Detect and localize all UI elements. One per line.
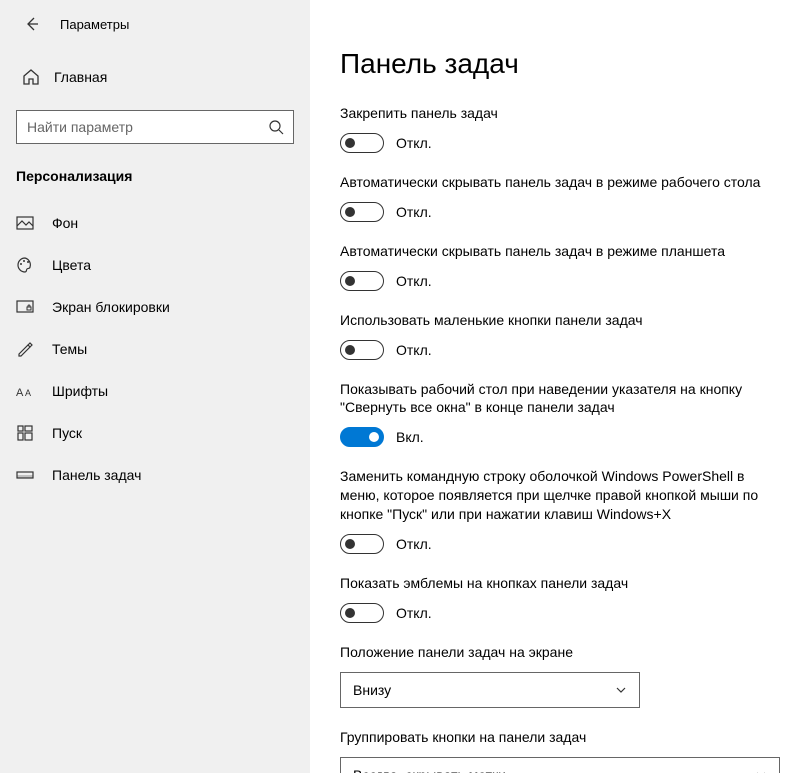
palette-icon bbox=[16, 256, 34, 274]
toggle-knob bbox=[345, 138, 355, 148]
toggle-switch[interactable] bbox=[340, 202, 384, 222]
sidebar-item-label: Шрифты bbox=[52, 383, 108, 399]
sidebar-item-themes[interactable]: Темы bbox=[0, 328, 310, 370]
search-icon bbox=[268, 119, 284, 135]
window-title: Параметры bbox=[60, 17, 129, 32]
section-title: Персонализация bbox=[0, 168, 310, 202]
start-icon bbox=[16, 424, 34, 442]
sidebar-item-background[interactable]: Фон bbox=[0, 202, 310, 244]
toggle-state-label: Откл. bbox=[396, 204, 432, 220]
toggle-row: Вкл. bbox=[340, 427, 780, 447]
sidebar-item-start[interactable]: Пуск bbox=[0, 412, 310, 454]
toggle-knob bbox=[345, 276, 355, 286]
toggle-knob bbox=[369, 432, 379, 442]
svg-text:A: A bbox=[16, 387, 24, 398]
sidebar-item-label: Пуск bbox=[52, 425, 82, 441]
picture-icon bbox=[16, 214, 34, 232]
setting-toggle: Использовать маленькие кнопки панели зад… bbox=[340, 311, 780, 360]
sidebar-item-fonts[interactable]: AA Шрифты bbox=[0, 370, 310, 412]
sidebar-item-label: Темы bbox=[52, 341, 87, 357]
toggle-knob bbox=[345, 207, 355, 217]
toggle-state-label: Откл. bbox=[396, 273, 432, 289]
setting-label: Использовать маленькие кнопки панели зад… bbox=[340, 311, 780, 330]
toggle-switch[interactable] bbox=[340, 271, 384, 291]
setting-label: Группировать кнопки на панели задач bbox=[340, 728, 780, 747]
toggle-state-label: Откл. bbox=[396, 605, 432, 621]
grouping-dropdown[interactable]: Всегда, скрывать метки bbox=[340, 757, 780, 773]
toggle-knob bbox=[345, 345, 355, 355]
taskbar-icon bbox=[16, 466, 34, 484]
toggle-row: Откл. bbox=[340, 534, 780, 554]
sidebar: Параметры Главная Персонализация Фон bbox=[0, 0, 310, 773]
toggle-row: Откл. bbox=[340, 340, 780, 360]
search-container bbox=[16, 110, 294, 144]
setting-label: Автоматически скрывать панель задач в ре… bbox=[340, 242, 780, 261]
setting-grouping: Группировать кнопки на панели задач Всег… bbox=[340, 728, 780, 773]
content-area: Панель задач Закрепить панель задач Откл.… bbox=[310, 0, 800, 773]
toggle-row: Откл. bbox=[340, 202, 780, 222]
setting-toggle: Автоматически скрывать панель задач в ре… bbox=[340, 242, 780, 291]
setting-label: Показать эмблемы на кнопках панели задач bbox=[340, 574, 780, 593]
toggle-state-label: Вкл. bbox=[396, 429, 424, 445]
home-icon bbox=[22, 68, 40, 86]
toggle-switch[interactable] bbox=[340, 340, 384, 360]
sidebar-item-label: Фон bbox=[52, 215, 78, 231]
setting-toggle: Заменить командную строку оболочкой Wind… bbox=[340, 467, 780, 554]
chevron-down-icon bbox=[755, 769, 767, 773]
setting-toggle: Закрепить панель задач Откл. bbox=[340, 104, 780, 153]
chevron-down-icon bbox=[615, 684, 627, 696]
setting-label: Автоматически скрывать панель задач в ре… bbox=[340, 173, 780, 192]
back-button[interactable] bbox=[22, 14, 42, 34]
toggle-state-label: Откл. bbox=[396, 536, 432, 552]
toggle-row: Откл. bbox=[340, 133, 780, 153]
back-arrow-icon bbox=[24, 16, 40, 32]
toggle-row: Откл. bbox=[340, 271, 780, 291]
toggle-switch[interactable] bbox=[340, 534, 384, 554]
setting-toggle: Показать эмблемы на кнопках панели задач… bbox=[340, 574, 780, 623]
search-input[interactable] bbox=[16, 110, 294, 144]
toggle-knob bbox=[345, 608, 355, 618]
setting-toggle: Автоматически скрывать панель задач в ре… bbox=[340, 173, 780, 222]
page-title: Панель задач bbox=[340, 48, 800, 80]
setting-label: Показывать рабочий стол при наведении ук… bbox=[340, 380, 780, 418]
sidebar-item-label: Цвета bbox=[52, 257, 91, 273]
position-dropdown[interactable]: Внизу bbox=[340, 672, 640, 708]
dropdown-value: Всегда, скрывать метки bbox=[353, 767, 506, 773]
toggle-switch[interactable] bbox=[340, 133, 384, 153]
home-nav[interactable]: Главная bbox=[0, 58, 310, 96]
header: Параметры bbox=[0, 14, 310, 58]
sidebar-item-label: Экран блокировки bbox=[52, 299, 170, 315]
home-label: Главная bbox=[54, 69, 107, 85]
setting-toggle: Показывать рабочий стол при наведении ук… bbox=[340, 380, 780, 448]
setting-label: Заменить командную строку оболочкой Wind… bbox=[340, 467, 780, 524]
dropdown-value: Внизу bbox=[353, 682, 391, 698]
svg-text:A: A bbox=[25, 388, 31, 398]
setting-position: Положение панели задач на экране Внизу bbox=[340, 643, 780, 708]
sidebar-item-taskbar[interactable]: Панель задач bbox=[0, 454, 310, 496]
toggle-row: Откл. bbox=[340, 603, 780, 623]
fonts-icon: AA bbox=[16, 382, 34, 400]
toggle-switch[interactable] bbox=[340, 427, 384, 447]
sidebar-item-colors[interactable]: Цвета bbox=[0, 244, 310, 286]
toggle-switch[interactable] bbox=[340, 603, 384, 623]
setting-label: Закрепить панель задач bbox=[340, 104, 780, 123]
toggle-state-label: Откл. bbox=[396, 135, 432, 151]
toggle-state-label: Откл. bbox=[396, 342, 432, 358]
themes-icon bbox=[16, 340, 34, 358]
setting-label: Положение панели задач на экране bbox=[340, 643, 780, 662]
sidebar-item-label: Панель задач bbox=[52, 467, 141, 483]
sidebar-item-lockscreen[interactable]: Экран блокировки bbox=[0, 286, 310, 328]
toggle-knob bbox=[345, 539, 355, 549]
lockscreen-icon bbox=[16, 298, 34, 316]
